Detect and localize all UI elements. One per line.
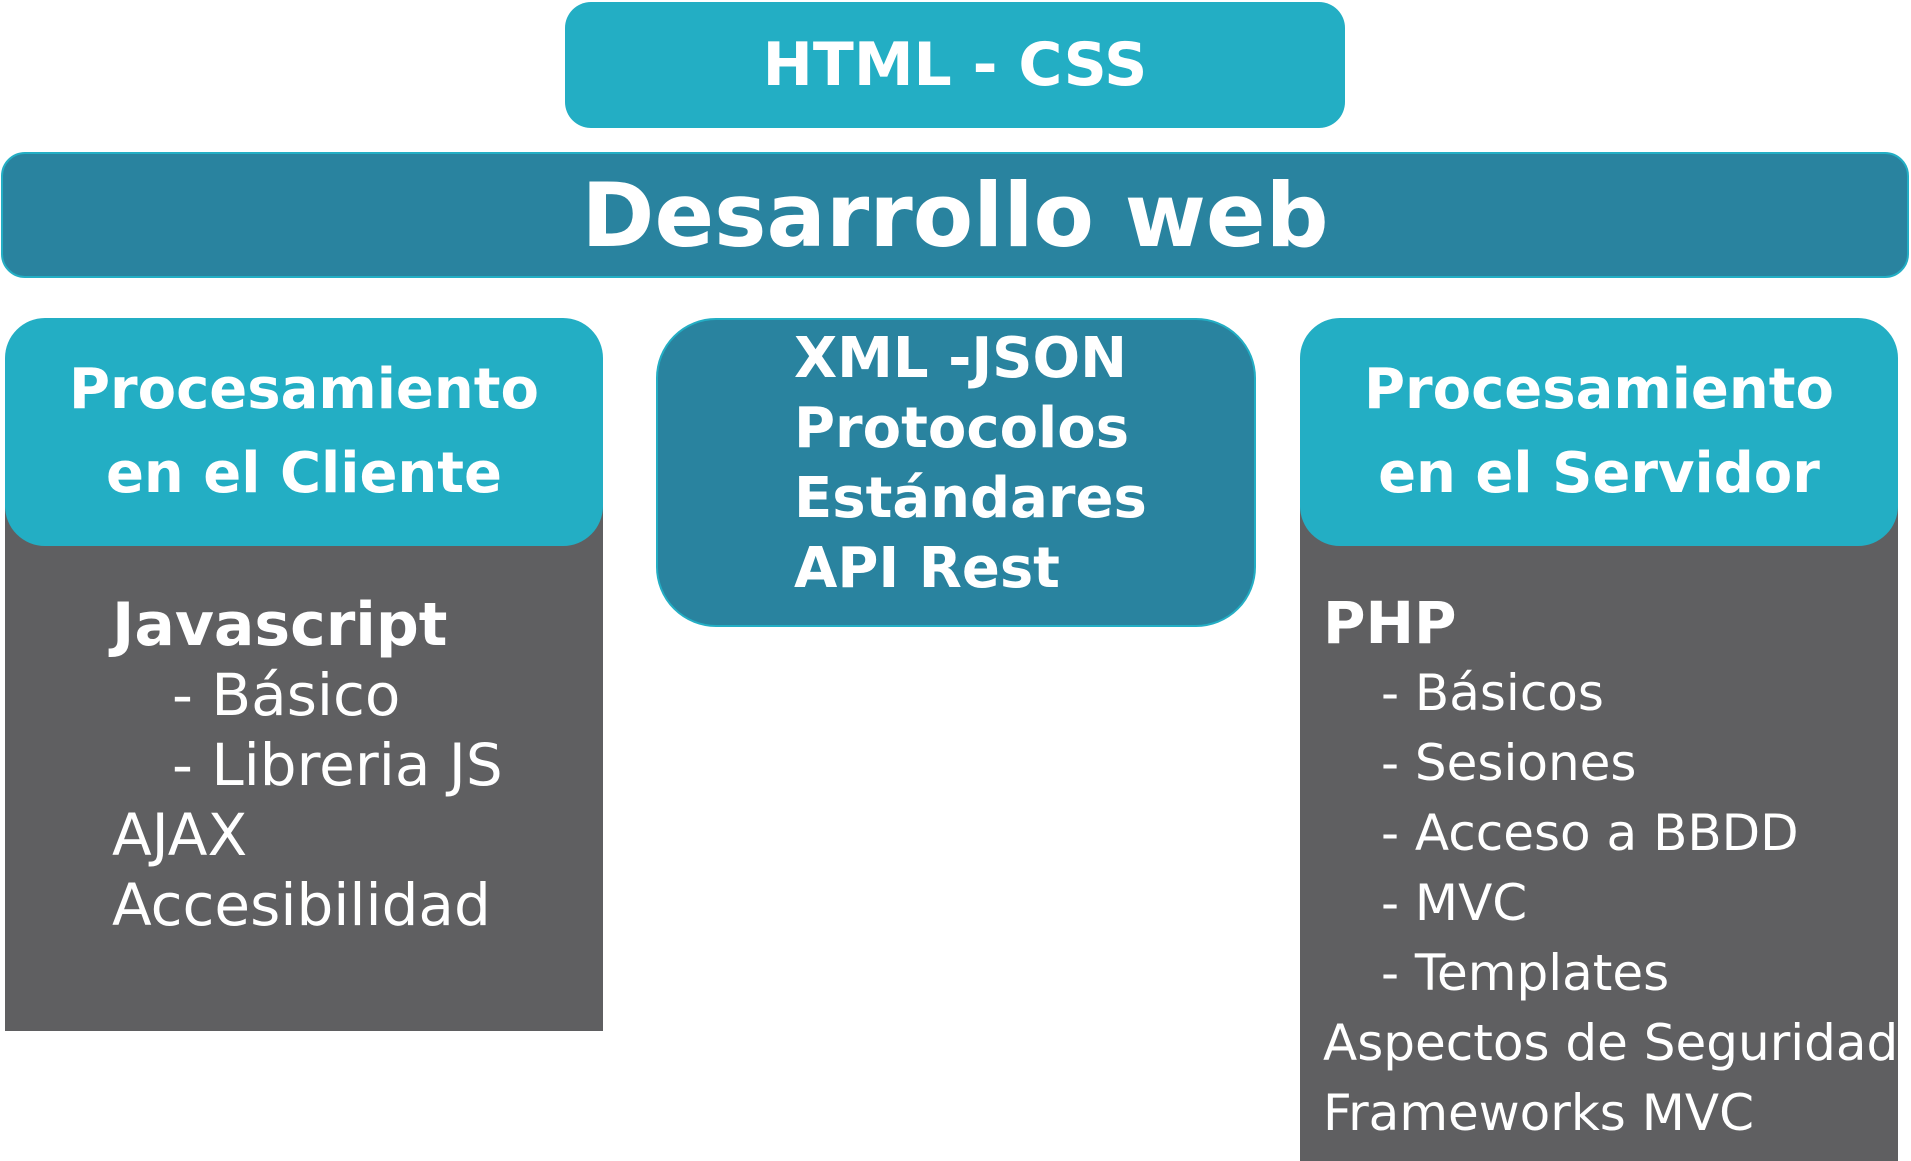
- server-topic-item: PHP: [1323, 589, 1457, 657]
- html-css-box: HTML - CSS: [565, 2, 1345, 128]
- client-topic-item: Javascript: [112, 590, 448, 660]
- client-topic-item: - Básico: [172, 661, 401, 729]
- interchange-item: Estándares: [794, 466, 1147, 531]
- server-header-line1: Procesamiento: [1363, 357, 1835, 422]
- client-topic-item: Accesibilidad: [112, 871, 491, 939]
- interchange-item: Protocolos: [794, 396, 1130, 461]
- html-css-label: HTML - CSS: [762, 30, 1148, 100]
- server-header: Procesamiento en el Servidor: [1300, 318, 1898, 546]
- interchange-item: API Rest: [794, 536, 1060, 601]
- server-topic-item: - Acceso a BBDD: [1381, 804, 1799, 862]
- diagram-title-bar: Desarrollo web: [1, 152, 1909, 278]
- server-topic-item: - Básicos: [1381, 664, 1604, 722]
- diagram-title: Desarrollo web: [581, 163, 1329, 267]
- server-topic-item: - MVC: [1381, 874, 1528, 932]
- interchange-list: XML -JSON Protocolos Estándares API Rest: [794, 324, 1234, 604]
- client-header-line1: Procesamiento: [68, 357, 540, 422]
- server-topic-item: - Templates: [1381, 944, 1670, 1002]
- client-header-line2: en el Cliente: [105, 441, 503, 506]
- interchange-item: XML -JSON: [794, 326, 1127, 391]
- server-topic-list: PHP - Básicos - Sesiones - Acceso a BBDD…: [1323, 588, 1899, 1148]
- client-header: Procesamiento en el Cliente: [5, 318, 603, 546]
- client-topic-item: - Libreria JS: [172, 731, 503, 799]
- server-topic-item: Frameworks MVC: [1323, 1084, 1754, 1142]
- server-header-line2: en el Servidor: [1378, 441, 1820, 506]
- server-topic-item: - Sesiones: [1381, 734, 1637, 792]
- client-topic-item: AJAX: [112, 801, 248, 869]
- server-topic-item: Aspectos de Seguridad: [1323, 1014, 1899, 1072]
- client-topic-list: Javascript - Básico - Libreria JS AJAX A…: [112, 590, 592, 940]
